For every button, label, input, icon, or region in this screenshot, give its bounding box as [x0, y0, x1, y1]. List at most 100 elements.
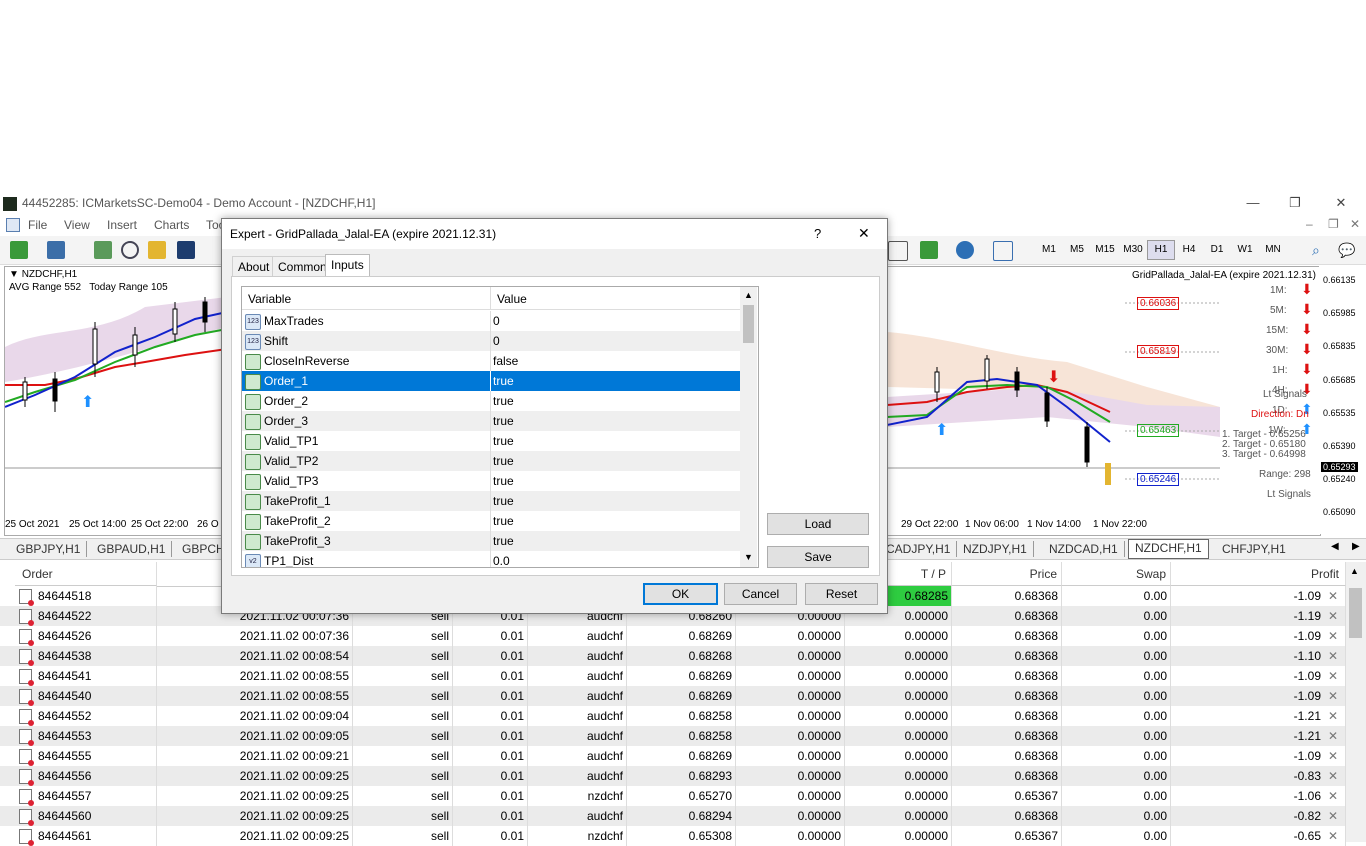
tab-common[interactable]: Common	[272, 256, 333, 277]
symbol-tab-gbpjpy[interactable]: GBPJPY,H1	[10, 541, 88, 557]
input-row[interactable]: v2 TP1_Dist 0.0	[242, 551, 740, 567]
input-row[interactable]: Order_1 true	[242, 371, 740, 391]
col-variable-header[interactable]: Variable	[248, 292, 291, 306]
reset-button[interactable]: Reset	[805, 583, 878, 605]
symbol-tab-chfjpy[interactable]: CHFJPY,H1	[1216, 541, 1292, 557]
input-value[interactable]: true	[493, 471, 514, 491]
tf-w1[interactable]: W1	[1231, 240, 1259, 260]
input-value[interactable]: true	[493, 411, 514, 431]
close-order-icon[interactable]: ✕	[1328, 746, 1338, 766]
cancel-button[interactable]: Cancel	[724, 583, 797, 605]
templates-icon[interactable]	[993, 241, 1013, 261]
col-profit-header[interactable]: Profit	[1171, 562, 1346, 586]
close-order-icon[interactable]: ✕	[1328, 646, 1338, 666]
input-row[interactable]: TakeProfit_2 true	[242, 511, 740, 531]
close-order-icon[interactable]: ✕	[1328, 726, 1338, 746]
tabs-scroll-right-icon[interactable]: ▶	[1352, 541, 1360, 552]
input-row[interactable]: Order_2 true	[242, 391, 740, 411]
symbol-tab-cadjpy[interactable]: CADJPY,H1	[880, 541, 958, 557]
search-icon[interactable]: ⌕	[1312, 242, 1320, 259]
symbol-tab-nzdjpy[interactable]: NZDJPY,H1	[957, 541, 1034, 557]
mdi-restore-icon[interactable]: ❐	[1328, 217, 1339, 231]
table-row[interactable]: 84644557 2021.11.02 00:09:25 sell 0.01 nzdch…	[0, 786, 1346, 807]
mdi-close-icon[interactable]: ✕	[1350, 217, 1360, 231]
input-value[interactable]: true	[493, 451, 514, 471]
close-order-icon[interactable]: ✕	[1328, 706, 1338, 726]
tf-h4[interactable]: H4	[1175, 240, 1203, 260]
close-order-icon[interactable]: ✕	[1328, 786, 1338, 806]
grid-scrollbar[interactable]: ▲ ▼	[740, 287, 757, 567]
table-row[interactable]: 84644540 2021.11.02 00:08:55 sell 0.01 audch…	[0, 686, 1346, 707]
input-value[interactable]: 0	[493, 331, 500, 351]
load-button[interactable]: Load	[767, 513, 869, 535]
input-value[interactable]: 0	[493, 311, 500, 331]
col-value-header[interactable]: Value	[497, 292, 527, 306]
help-icon[interactable]: ?	[814, 226, 821, 241]
table-row[interactable]: 84644555 2021.11.02 00:09:21 sell 0.01 audch…	[0, 746, 1346, 767]
col-order-header[interactable]: Order	[15, 562, 157, 586]
scroll-down-icon[interactable]: ▼	[744, 552, 753, 562]
periodicity-icon[interactable]	[956, 241, 974, 259]
input-value[interactable]: true	[493, 431, 514, 451]
close-order-icon[interactable]: ✕	[1328, 626, 1338, 646]
close-order-icon[interactable]: ✕	[1328, 586, 1338, 606]
input-row[interactable]: Valid_TP3 true	[242, 471, 740, 491]
scroll-thumb[interactable]	[1349, 588, 1362, 638]
close-order-icon[interactable]: ✕	[1328, 666, 1338, 686]
input-row[interactable]: 123 MaxTrades 0	[242, 311, 740, 331]
input-row[interactable]: TakeProfit_1 true	[242, 491, 740, 511]
table-row[interactable]: 84644561 2021.11.02 00:09:25 sell 0.01 nzdch…	[0, 826, 1346, 846]
chart-right[interactable]: ⬇ ⬆ GridPallada_Jalal-EA (expire 2021.12…	[886, 266, 1321, 536]
ok-button[interactable]: OK	[643, 583, 718, 605]
menu-file[interactable]: File	[28, 218, 47, 232]
scroll-up-icon[interactable]: ▲	[1350, 566, 1359, 576]
chart-left[interactable]: ▼ NZDCHF,H1 AVG Range 552 Today Range 10…	[4, 266, 228, 536]
table-row[interactable]: 84644552 2021.11.02 00:09:04 sell 0.01 audch…	[0, 706, 1346, 727]
terminal-icon[interactable]	[177, 241, 195, 259]
save-button[interactable]: Save	[767, 546, 869, 568]
chat-icon[interactable]: 💬	[1338, 242, 1355, 259]
input-row[interactable]: Valid_TP2 true	[242, 451, 740, 471]
crosshair-icon[interactable]	[888, 241, 908, 261]
close-order-icon[interactable]: ✕	[1328, 826, 1338, 846]
restore-icon[interactable]: ❐	[1280, 195, 1310, 211]
input-value[interactable]: true	[493, 391, 514, 411]
tf-m1[interactable]: M1	[1035, 240, 1063, 260]
col-swap-header[interactable]: Swap	[1062, 562, 1171, 586]
input-value[interactable]: false	[493, 351, 518, 371]
new-chart-icon[interactable]	[10, 241, 28, 259]
input-row[interactable]: Valid_TP1 true	[242, 431, 740, 451]
scroll-up-icon[interactable]: ▲	[744, 290, 753, 300]
table-scrollbar[interactable]: ▲	[1346, 562, 1366, 842]
favorites-icon[interactable]	[148, 241, 166, 259]
scroll-thumb[interactable]	[743, 305, 754, 343]
navigator-icon[interactable]	[121, 241, 139, 259]
tf-m15[interactable]: M15	[1091, 240, 1119, 260]
table-row[interactable]: 84644556 2021.11.02 00:09:25 sell 0.01 audch…	[0, 766, 1346, 787]
tf-mn[interactable]: MN	[1259, 240, 1287, 260]
menu-charts[interactable]: Charts	[154, 218, 189, 232]
input-value[interactable]: true	[493, 371, 514, 391]
market-watch-icon[interactable]	[94, 241, 112, 259]
table-row[interactable]: 84644526 2021.11.02 00:07:36 sell 0.01 audch…	[0, 626, 1346, 647]
close-order-icon[interactable]: ✕	[1328, 606, 1338, 626]
table-row[interactable]: 84644553 2021.11.02 00:09:05 sell 0.01 audch…	[0, 726, 1346, 747]
minimize-icon[interactable]: —	[1238, 195, 1268, 210]
menu-insert[interactable]: Insert	[107, 218, 137, 232]
close-icon[interactable]: ✕	[858, 225, 870, 242]
close-order-icon[interactable]: ✕	[1328, 806, 1338, 826]
tabs-scroll-left-icon[interactable]: ◀	[1331, 541, 1339, 552]
tab-about[interactable]: About	[232, 256, 276, 277]
indicators-icon[interactable]	[920, 241, 938, 259]
table-row[interactable]: 84644560 2021.11.02 00:09:25 sell 0.01 audch…	[0, 806, 1346, 827]
tab-inputs[interactable]: Inputs	[325, 254, 370, 278]
input-row[interactable]: 123 Shift 0	[242, 331, 740, 351]
close-order-icon[interactable]: ✕	[1328, 766, 1338, 786]
symbol-tab-nzdchf[interactable]: NZDCHF,H1	[1128, 539, 1209, 559]
close-order-icon[interactable]: ✕	[1328, 686, 1338, 706]
input-row[interactable]: TakeProfit_3 true	[242, 531, 740, 551]
inputs-grid[interactable]: Variable Value 123 MaxTrades 0 123 Shift 0 Clo…	[241, 286, 759, 568]
mdi-minimize-icon[interactable]: –	[1306, 217, 1313, 231]
table-row[interactable]: 84644541 2021.11.02 00:08:55 sell 0.01 audch…	[0, 666, 1346, 687]
close-icon[interactable]: ✕	[1326, 195, 1356, 211]
